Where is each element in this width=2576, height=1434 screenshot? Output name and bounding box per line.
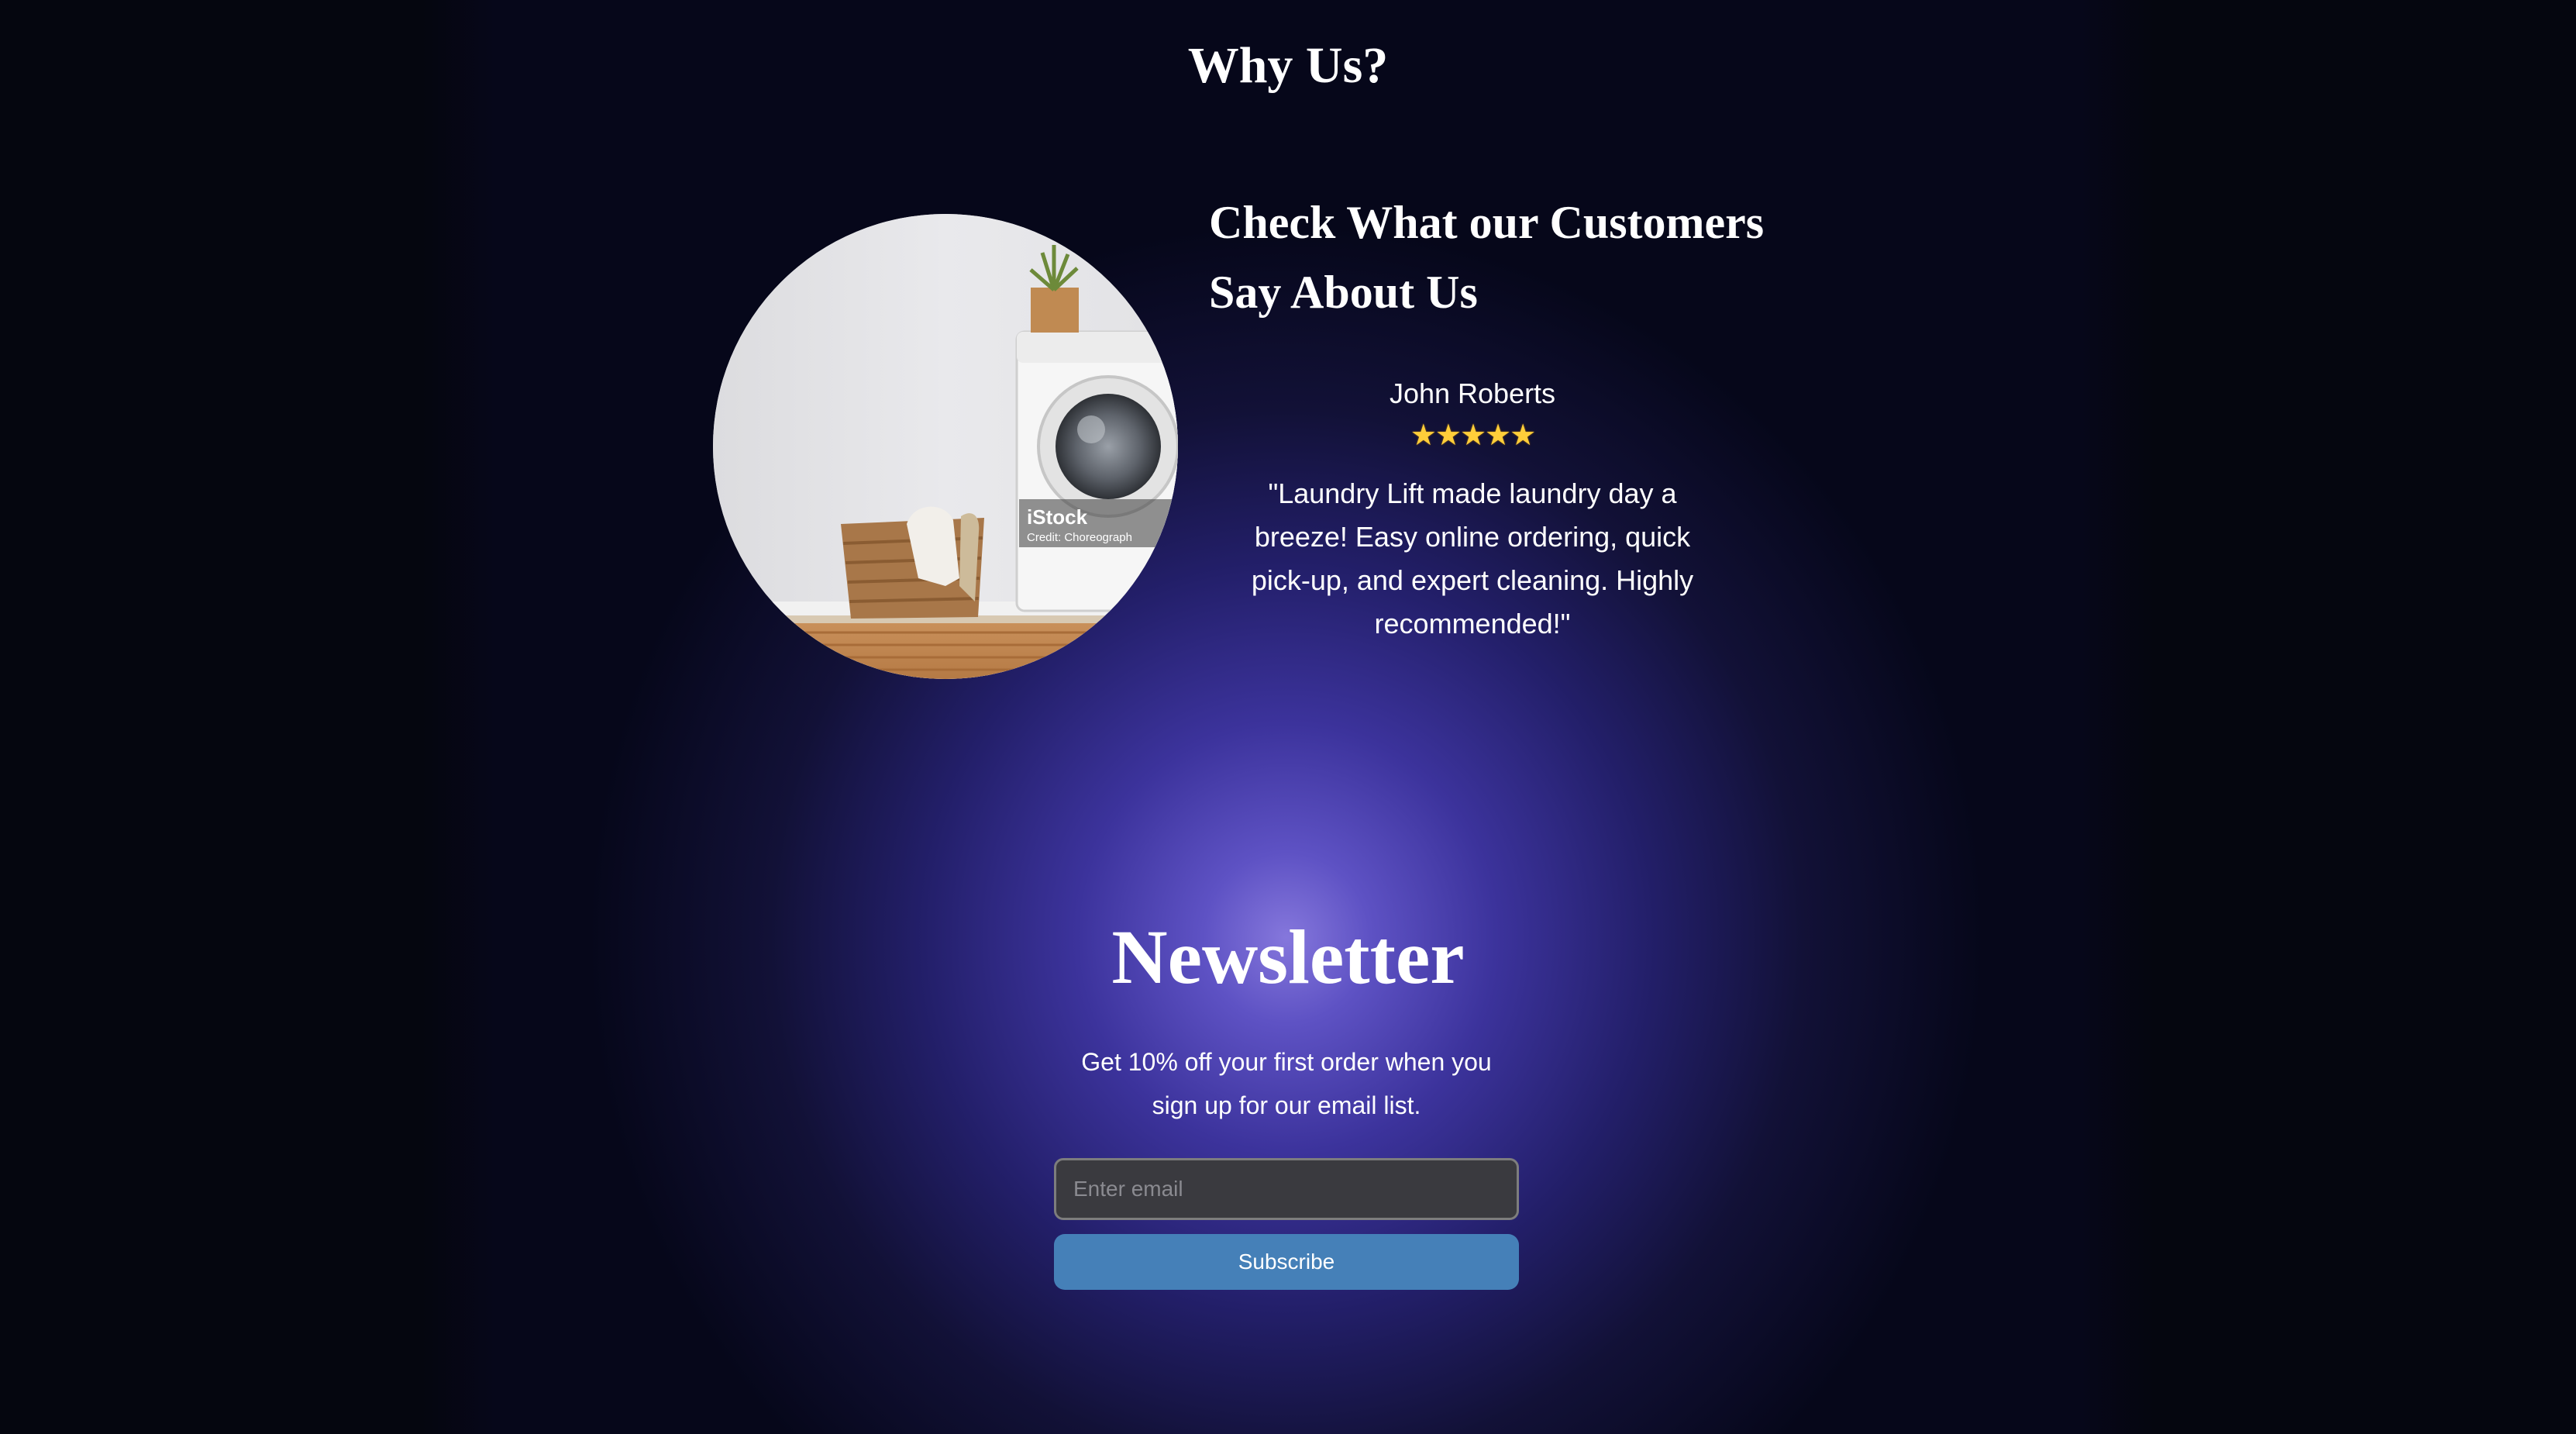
page: Why Us? iStock Credit: Choreograph Check… — [0, 0, 2576, 1434]
left-shade — [0, 0, 496, 1434]
testimonial-photo: iStock Credit: Choreograph — [713, 214, 1178, 679]
email-input[interactable] — [1054, 1158, 1519, 1220]
newsletter-description: Get 10% off your first order when you si… — [1081, 1048, 1492, 1119]
image-watermark: iStock — [1027, 505, 1088, 529]
reviewer-name: John Roberts — [1389, 377, 1556, 409]
laundry-room-illustration: iStock Credit: Choreograph — [713, 214, 1178, 679]
star-icon: ★ — [1485, 419, 1511, 452]
star-icon: ★ — [1410, 419, 1437, 452]
star-icon: ★ — [1434, 419, 1462, 452]
testimonial-heading: Check What our Customers Say About Us — [1209, 197, 1765, 318]
right-shade — [2080, 0, 2576, 1434]
image-credit: Credit: Choreograph — [1027, 531, 1132, 544]
why-us-title: Why Us? — [1187, 37, 1389, 94]
review-text: "Laundry Lift made laundry day a breeze!… — [1251, 477, 1694, 639]
star-icon: ★ — [1510, 419, 1536, 452]
star-icon: ★ — [1459, 419, 1486, 452]
newsletter-title: Newsletter — [1111, 914, 1465, 1000]
rating-stars: ★★★★★ — [1209, 417, 1736, 454]
subscribe-button[interactable]: Subscribe — [1054, 1234, 1519, 1290]
